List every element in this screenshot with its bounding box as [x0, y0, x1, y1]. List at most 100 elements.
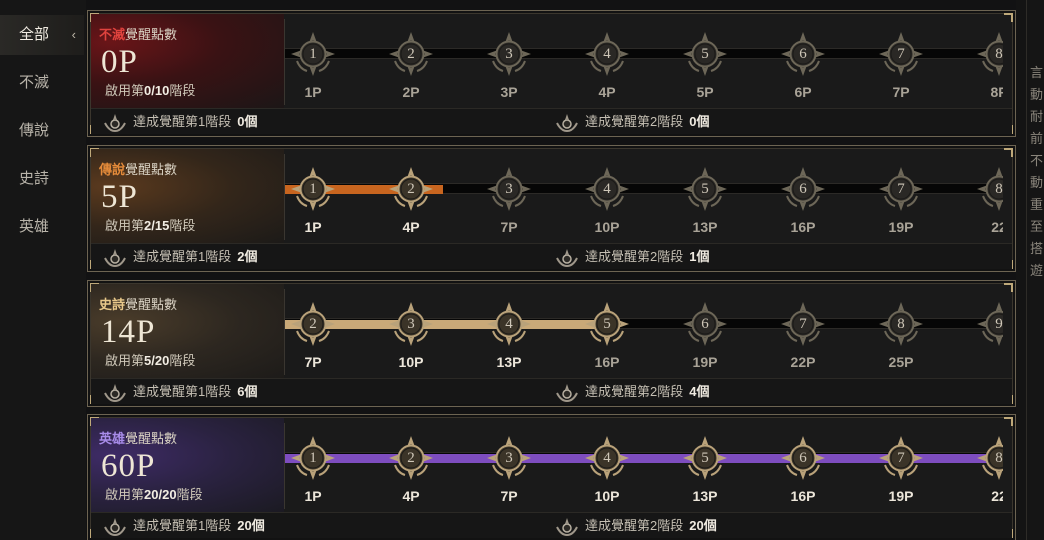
achievement-label: 達成覺醒第1階段: [133, 518, 232, 533]
tier-title-suffix: 覺醒點數: [125, 27, 178, 42]
stage-node[interactable]: 3: [388, 301, 434, 347]
stage-node[interactable]: 9: [976, 301, 1003, 347]
stage-node[interactable]: 7: [878, 435, 924, 481]
awakening-track[interactable]: 1 2 3 4 5 6 7 8 1P 4P 7P 10P 13P 16P 19P 22: [285, 149, 1003, 243]
stage-node[interactable]: 6: [682, 301, 728, 347]
stage-node[interactable]: 2: [388, 435, 434, 481]
stage-node-number: 6: [701, 316, 709, 332]
stage-point-label: 7P: [892, 84, 910, 100]
stage-point-label: 25P: [888, 354, 914, 370]
tier-name: 英雄: [99, 431, 126, 446]
tier-name: 傳說: [99, 162, 126, 177]
awakening-points: 14P: [101, 314, 156, 350]
awakening-card: 史詩覺醒點數14P啟用第5/20階段23456789P7P10P13P16P19…: [87, 280, 1016, 407]
stage-node[interactable]: 3: [486, 435, 532, 481]
stage-node[interactable]: 1: [290, 31, 336, 77]
stage-node[interactable]: 8: [878, 301, 924, 347]
awakening-points: 60P: [101, 448, 156, 484]
stage-node[interactable]: 7: [780, 301, 826, 347]
tier-summary-panel: 不滅覺醒點數 0P 啟用第0/10階段: [91, 14, 284, 108]
stage-node[interactable]: 5: [682, 166, 728, 212]
stage-node[interactable]: 3: [486, 31, 532, 77]
stage-value: 0/10: [144, 83, 170, 98]
stage-node[interactable]: 2: [388, 166, 434, 212]
stage-node-number: 2: [407, 181, 415, 197]
scroll-area[interactable]: [1016, 0, 1026, 540]
stage-node[interactable]: 2: [388, 31, 434, 77]
right-description-panel: 言動耐前不動重至搭遊: [1026, 0, 1044, 540]
achievement-bar: 達成覺醒第1階段 20個 達成覺醒第2階段 20個: [91, 512, 1012, 538]
stage-node-number: 7: [897, 181, 905, 197]
achievement-count: 4個: [689, 384, 710, 399]
stage-node-number: 4: [505, 316, 513, 332]
stage-node[interactable]: 7: [878, 166, 924, 212]
stage-node-number: 4: [603, 181, 611, 197]
tier-title: 傳說覺醒點數: [99, 159, 177, 178]
sidebar-item-immortal[interactable]: 不滅: [0, 63, 84, 103]
collapse-chevron-icon[interactable]: ‹: [72, 15, 76, 55]
stage-node[interactable]: 7: [878, 31, 924, 77]
awakening-track[interactable]: 23456789P7P10P13P16P19P22P25P: [285, 284, 1003, 378]
tier-summary-panel: 英雄覺醒點數 60P 啟用第20/20階段: [91, 418, 284, 512]
stage-point-label: 10P: [594, 219, 620, 235]
stage-point-label: 1P: [304, 219, 322, 235]
awakening-card: 不滅覺醒點數 0P 啟用第0/10階段 1 2 3 4 5 6 7 8 1P 2P 3P 4P 5P 6P 7P 8…: [87, 10, 1016, 137]
stage-node[interactable]: 6: [780, 31, 826, 77]
stage-value: 5/20: [144, 353, 170, 368]
achievement-bar: 達成覺醒第1階段 0個 達成覺醒第2階段 0個: [91, 108, 1012, 134]
description-glyph: 動: [1030, 175, 1044, 190]
stage-node[interactable]: 4: [584, 166, 630, 212]
stage-node[interactable]: 4: [584, 31, 630, 77]
achievement-stage-1: 達成覺醒第1階段 6個: [103, 379, 257, 405]
stage-node[interactable]: 4: [584, 435, 630, 481]
stage-node[interactable]: 8: [976, 31, 1003, 77]
description-glyph: 言: [1030, 65, 1044, 80]
stage-node[interactable]: 6: [780, 435, 826, 481]
stage-node[interactable]: 2: [290, 301, 336, 347]
achievement-label: 達成覺醒第2階段: [585, 518, 684, 533]
achievement-stage-2: 達成覺醒第2階段 20個: [555, 513, 717, 539]
stage-node[interactable]: 6: [780, 166, 826, 212]
sidebar-item-label: 全部: [19, 26, 50, 43]
stage-point-label: 13P: [692, 219, 718, 235]
tier-title-suffix: 覺醒點數: [125, 162, 178, 177]
sidebar-item-epic[interactable]: 史詩: [0, 159, 84, 199]
stage-node-number: 7: [897, 46, 905, 62]
achievement-stage-1: 達成覺醒第1階段 2個: [103, 244, 257, 270]
stage-node[interactable]: 5: [584, 301, 630, 347]
tier-title: 史詩覺醒點數: [99, 294, 177, 313]
stage-node-number: 5: [603, 316, 611, 332]
description-text: 言動耐前不動重至搭遊: [1030, 0, 1044, 282]
stage-node[interactable]: 1: [290, 435, 336, 481]
achievement-label: 達成覺醒第1階段: [133, 249, 232, 264]
stage-point-label: 16P: [790, 488, 816, 504]
stage-node-number: 1: [309, 450, 317, 466]
sidebar-item-hero[interactable]: 英雄: [0, 207, 84, 247]
stage-point-label: 1P: [304, 488, 322, 504]
achievement-count: 2個: [237, 249, 258, 264]
stage-node[interactable]: 5: [682, 31, 728, 77]
stage-node-number: 8: [995, 181, 1003, 197]
stage-prefix: 啟用第: [105, 353, 145, 368]
sidebar-item-legend[interactable]: 傳說: [0, 111, 84, 151]
stage-node[interactable]: 3: [486, 166, 532, 212]
stage-point-label: 19P: [888, 219, 914, 235]
description-glyph: 動: [1030, 87, 1044, 102]
awakening-track[interactable]: 1 2 3 4 5 6 7 8 1P 2P 3P 4P 5P 6P 7P 8P: [285, 14, 1003, 108]
active-stage: 啟用第2/15階段: [105, 215, 195, 234]
sidebar-item-all[interactable]: 全部 ‹: [0, 15, 84, 55]
stage-point-label: 1P: [304, 84, 322, 100]
stage-node[interactable]: 5: [682, 435, 728, 481]
stage-node[interactable]: 4: [486, 301, 532, 347]
stage-node[interactable]: 1: [290, 166, 336, 212]
achievement-label: 達成覺醒第2階段: [585, 384, 684, 399]
awakening-track[interactable]: 1 2 3 4 5 6 7 8 1P 4P 7P 10P 13P 16P 19P 22: [285, 418, 1003, 512]
stage-node-number: 4: [603, 450, 611, 466]
stage-node[interactable]: 8: [976, 166, 1003, 212]
achievement-stage-2: 達成覺醒第2階段 4個: [555, 379, 709, 405]
stage-node-number: 3: [505, 46, 513, 62]
stage-point-label: 13P: [496, 354, 522, 370]
stage-node[interactable]: 8: [976, 435, 1003, 481]
stage-suffix: 階段: [169, 83, 196, 98]
stage-prefix: 啟用第: [105, 487, 145, 502]
